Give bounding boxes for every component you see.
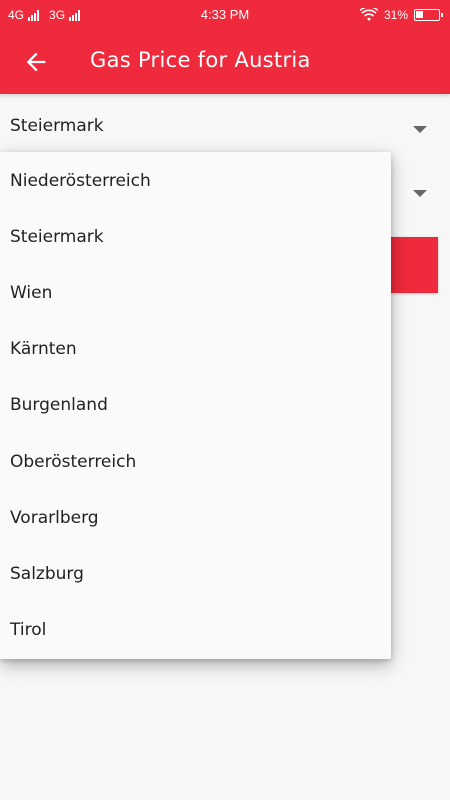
dropdown-option[interactable]: Kärnten	[0, 321, 391, 377]
state-dropdown-menu: Niederösterreich Steiermark Wien Kärnten…	[0, 152, 391, 659]
state-spinner-value: Steiermark	[10, 116, 104, 136]
dropdown-option[interactable]: Wien	[0, 265, 391, 321]
dropdown-arrow-icon	[413, 190, 427, 197]
status-bar: 4G 3G 4:33 PM 31%	[0, 0, 450, 30]
dropdown-option[interactable]: Niederösterreich	[0, 153, 391, 209]
back-arrow-icon[interactable]	[22, 48, 50, 76]
status-right: 31%	[359, 8, 443, 22]
dropdown-option[interactable]: Oberösterreich	[0, 434, 391, 490]
dropdown-option[interactable]: Tirol	[0, 602, 391, 658]
dropdown-arrow-icon	[413, 126, 427, 133]
battery-icon	[414, 9, 443, 21]
dropdown-option[interactable]: Salzburg	[0, 546, 391, 602]
dropdown-option[interactable]: Vorarlberg	[0, 490, 391, 546]
battery-percent: 31%	[383, 8, 408, 22]
dropdown-option[interactable]: Burgenland	[0, 377, 391, 433]
battery-fill	[416, 11, 423, 18]
dropdown-option[interactable]: Steiermark	[0, 209, 391, 265]
app-bar: Gas Price for Austria	[0, 30, 450, 94]
page-title: Gas Price for Austria	[90, 48, 311, 72]
wifi-icon	[359, 8, 378, 21]
state-spinner[interactable]: Steiermark	[0, 98, 450, 158]
